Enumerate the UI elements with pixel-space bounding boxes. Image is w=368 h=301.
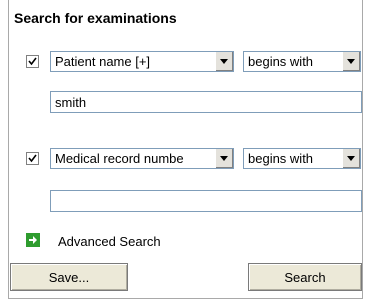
patient-name-field-value: Patient name [+] [55, 54, 151, 69]
patient-name-operator-value: begins with [248, 54, 314, 69]
medical-record-operator-value: begins with [248, 151, 314, 166]
patient-name-field-select[interactable]: Patient name [+] [50, 51, 234, 72]
chevron-down-icon[interactable] [215, 52, 233, 71]
medical-record-operator-select[interactable]: begins with [243, 148, 361, 169]
medical-record-field-select[interactable]: Medical record numbe [50, 148, 234, 169]
patient-name-checkbox[interactable] [26, 55, 39, 68]
checkmark-icon [28, 57, 37, 66]
medical-record-checkbox[interactable] [26, 152, 39, 165]
checkmark-icon [28, 154, 37, 163]
medical-record-field-value: Medical record numbe [55, 151, 184, 166]
chevron-down-icon[interactable] [215, 149, 233, 168]
save-button[interactable]: Save... [10, 263, 128, 291]
advanced-search-link[interactable]: Advanced Search [58, 234, 161, 249]
chevron-down-icon[interactable] [342, 149, 360, 168]
panel-title: Search for examinations [14, 10, 177, 26]
search-panel: Search for examinations Patient name [+]… [8, 0, 363, 299]
chevron-down-icon[interactable] [342, 52, 360, 71]
medical-record-input[interactable] [50, 190, 362, 212]
green-arrow-right-icon[interactable] [26, 233, 40, 247]
patient-name-operator-select[interactable]: begins with [243, 51, 361, 72]
search-button[interactable]: Search [248, 263, 362, 291]
patient-name-input[interactable]: smith [50, 91, 362, 113]
